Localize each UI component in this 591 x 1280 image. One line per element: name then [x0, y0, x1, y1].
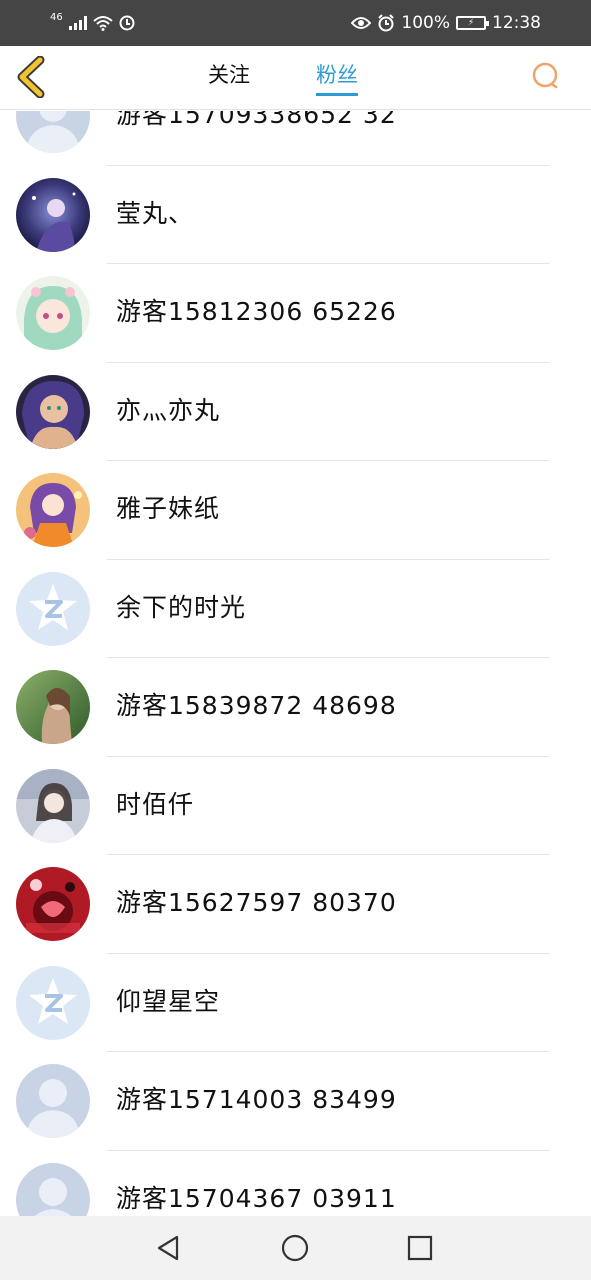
avatar[interactable]: [16, 670, 90, 744]
status-left-icons: 46: [50, 12, 135, 34]
fan-list-item[interactable]: 游客15627597 80370: [0, 855, 591, 954]
eye-comfort-icon: [351, 17, 372, 29]
fan-name: 游客15709338652 32: [116, 111, 397, 129]
nav-recent-apps-button[interactable]: [404, 1232, 436, 1264]
header: 关注 粉丝: [0, 46, 591, 110]
avatar[interactable]: [16, 1064, 90, 1138]
fan-list-item[interactable]: 游客15812306 65226: [0, 264, 591, 363]
fan-name: 亦灬亦丸: [116, 395, 221, 425]
active-tab-indicator: [316, 93, 358, 96]
fans-list-content: 游客15709338652 32 莹丸、游客15812306 65226 亦灬亦丸雅…: [0, 111, 591, 1216]
fan-list-item[interactable]: 莹丸、: [0, 166, 591, 264]
network-type-label: 46: [50, 11, 63, 23]
circle-home-icon: [281, 1234, 309, 1262]
search-icon: [532, 62, 558, 89]
fan-name: 游客15714003 83499: [116, 1085, 397, 1114]
square-recents-icon: [407, 1235, 433, 1261]
battery-icon: ⚡: [456, 16, 489, 30]
fan-list-item[interactable]: 游客15714003 83499: [0, 1052, 591, 1151]
avatar[interactable]: [16, 111, 90, 153]
fan-name: 仰望星空: [116, 986, 221, 1016]
signal-icon: [68, 16, 87, 30]
avatar[interactable]: [16, 867, 90, 941]
fan-list-item[interactable]: 仰望星空: [0, 954, 591, 1052]
fan-list-item[interactable]: 游客15704367 03911: [0, 1151, 591, 1216]
avatar[interactable]: [16, 1162, 90, 1216]
fan-name: 游客15627597 80370: [116, 888, 397, 917]
fan-name: 时佰仟: [116, 789, 195, 819]
navigation-bar: [0, 1216, 591, 1280]
status-right-icons: 100% ⚡ 12:38: [351, 12, 541, 34]
avatar[interactable]: [16, 374, 90, 449]
tab-fans-label: 粉丝: [316, 63, 358, 87]
fan-name: 游客15839872 48698: [116, 691, 397, 720]
triangle-back-icon: [157, 1235, 179, 1261]
avatar[interactable]: [16, 571, 90, 646]
back-button[interactable]: [14, 55, 48, 99]
fan-name: 莹丸、: [116, 198, 195, 228]
avatar[interactable]: [16, 473, 90, 547]
nav-back-button[interactable]: [153, 1232, 185, 1264]
fan-name: 余下的时光: [116, 592, 247, 622]
search-button[interactable]: [530, 60, 562, 92]
fan-name: 游客15704367 03911: [116, 1183, 397, 1213]
fan-name: 游客15812306 65226: [116, 297, 397, 326]
avatar[interactable]: [16, 965, 90, 1040]
avatar[interactable]: [16, 276, 90, 350]
fan-list-item[interactable]: 余下的时光: [0, 560, 591, 658]
status-bar: 46 100% ⚡ 12:38: [0, 0, 591, 46]
tab-follow[interactable]: 关注: [208, 60, 250, 96]
battery-percent: 100%: [401, 13, 450, 33]
avatar[interactable]: [16, 177, 90, 252]
tab-fans[interactable]: 粉丝: [316, 60, 358, 96]
fans-list[interactable]: 游客15709338652 32 莹丸、游客15812306 65226 亦灬亦丸雅…: [0, 111, 591, 1216]
nav-home-button[interactable]: [279, 1232, 311, 1264]
data-saver-icon: [119, 15, 135, 31]
fan-list-item[interactable]: 亦灬亦丸: [0, 363, 591, 461]
chevron-left-icon: [17, 55, 45, 99]
fan-name: 雅子妹纸: [116, 494, 221, 523]
avatar[interactable]: [16, 768, 90, 843]
fan-list-item[interactable]: 时佰仟: [0, 757, 591, 855]
clock-time: 12:38: [492, 13, 541, 33]
fan-list-item[interactable]: 游客15839872 48698: [0, 658, 591, 757]
fan-list-item[interactable]: 雅子妹纸: [0, 461, 591, 560]
wifi-icon: [93, 16, 113, 31]
fan-list-item[interactable]: 游客15709338652 32: [0, 111, 591, 166]
alarm-icon: [378, 14, 395, 32]
